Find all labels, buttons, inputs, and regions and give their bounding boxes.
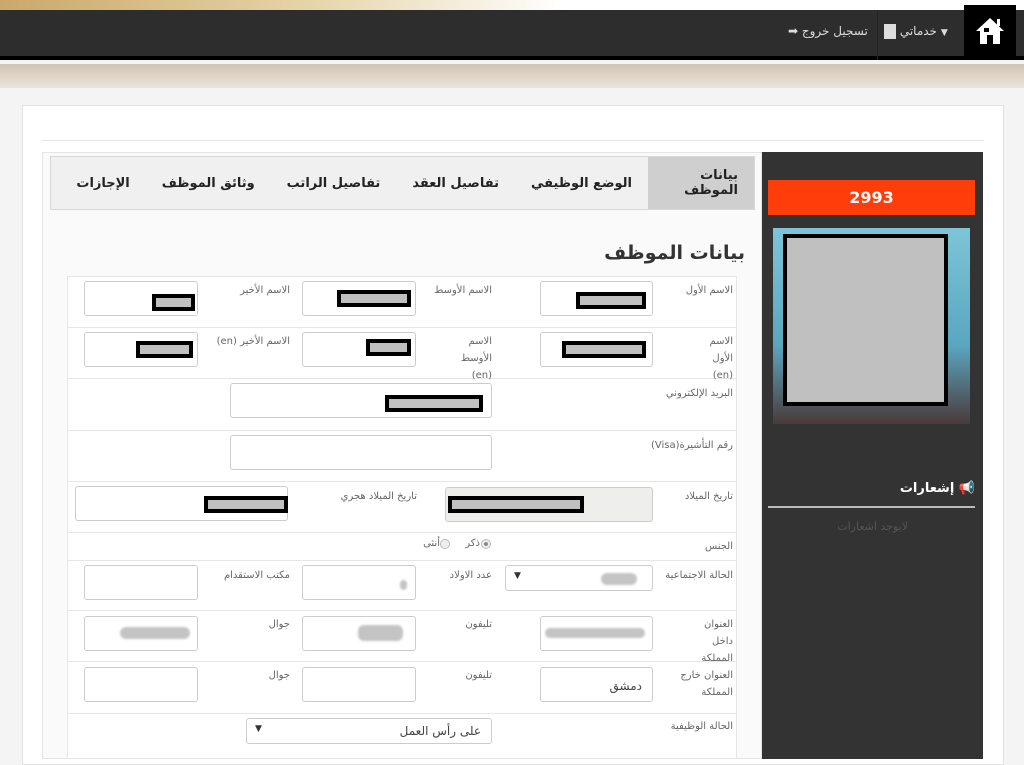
home-button[interactable] (964, 5, 1016, 57)
birth-date-input[interactable] (445, 487, 653, 522)
last-name-label: الاسم الأخير (210, 282, 290, 299)
address-out-input[interactable]: دمشق (540, 667, 653, 702)
logout-link[interactable]: تسجيل خروج ➡ (788, 24, 868, 38)
blurred-value (120, 627, 190, 639)
mobile-out-label: جوال (230, 667, 290, 684)
employee-number-badge: 2993 (768, 180, 975, 215)
redaction (448, 496, 584, 513)
redaction (576, 292, 646, 309)
phone-out-input[interactable] (302, 667, 416, 702)
recruitment-office-input[interactable] (84, 565, 198, 600)
birth-date-hijri-input[interactable] (75, 486, 288, 521)
middle-name-en-label: الاسم الأوسط (en) (440, 333, 492, 384)
children-input[interactable] (302, 565, 416, 600)
blurred-value (601, 573, 637, 585)
tab-employee-documents[interactable]: وثائق الموظف (146, 157, 271, 209)
notifications-title: إشعارات (900, 481, 954, 496)
dropdown-arrow-icon: ▼ (255, 724, 262, 734)
marital-status-select[interactable]: ▼ (505, 565, 653, 591)
gender-male-radio[interactable] (481, 539, 491, 549)
gender-female-label: أنثى (412, 535, 440, 552)
last-name-input[interactable] (84, 281, 198, 316)
redaction (152, 294, 195, 311)
phone-out-label: تليفون (440, 667, 492, 684)
birth-date-hijri-label: تاريخ الميلاد هجري (300, 488, 417, 505)
job-status-select[interactable]: ▼ على رأس العمل (246, 718, 492, 744)
address-out-label: العنوان خارج المملكة (680, 667, 733, 701)
divider (42, 140, 984, 141)
notifications-heading: 📢 إشعارات (768, 481, 975, 496)
gender-male-label: ذكر (452, 535, 480, 552)
notifications-empty: لايوجد اشعارات (768, 520, 908, 533)
gender-label: الجنس (680, 538, 733, 555)
top-navbar (0, 10, 1024, 60)
tab-employee-data[interactable]: بيانات الموظف (648, 157, 754, 209)
marital-status-label: الحالة الاجتماعية (660, 567, 733, 584)
chevron-down-icon: ▼ (941, 28, 948, 38)
email-input[interactable] (230, 383, 492, 418)
first-name-en-input[interactable] (540, 332, 653, 367)
address-in-input[interactable] (540, 616, 653, 651)
sign-out-icon: ➡ (788, 24, 798, 38)
photo-redaction (783, 234, 948, 406)
redaction (562, 341, 646, 358)
tab-salary-details[interactable]: تفاصيل الراتب (271, 157, 397, 209)
first-name-input[interactable] (540, 281, 653, 316)
redaction (136, 341, 193, 358)
header-banner (0, 0, 1024, 10)
redaction (337, 290, 411, 307)
tab-bar: بيانات الموظف الوضع الوظيفي تفاصيل العقد… (50, 156, 755, 210)
phone-input[interactable] (302, 616, 416, 651)
last-name-en-input[interactable] (84, 332, 198, 367)
redaction (204, 496, 288, 513)
header-band (0, 64, 1024, 88)
first-name-en-label: الاسم الأول (en) (690, 333, 733, 384)
address-in-label: العنوان داخل المملكة (680, 616, 733, 667)
employee-photo (773, 228, 970, 424)
dropdown-arrow-icon: ▼ (514, 571, 521, 581)
middle-name-en-input[interactable] (302, 332, 416, 367)
megaphone-icon: 📢 (959, 481, 975, 496)
blurred-value (400, 580, 407, 590)
nav-divider (877, 10, 878, 60)
file-icon (884, 24, 896, 39)
job-status-label: الحالة الوظيفية (640, 718, 733, 735)
phone-label: تليفون (440, 616, 492, 633)
tab-contract-details[interactable]: تفاصيل العقد (396, 157, 515, 209)
page-title: بيانات الموظف (500, 242, 745, 264)
mobile-label: جوال (230, 616, 290, 633)
gender-female-radio[interactable] (440, 539, 450, 549)
divider (768, 506, 975, 508)
logout-label: تسجيل خروج (802, 24, 868, 38)
last-name-en-label: الاسم الأخير (en) (200, 333, 290, 350)
services-menu[interactable]: ▼ خدماتي (884, 24, 948, 39)
birth-date-label: تاريخ الميلاد (660, 488, 733, 505)
mobile-out-input[interactable] (84, 667, 198, 702)
services-label: خدماتي (900, 24, 937, 38)
redaction (366, 339, 411, 356)
job-status-value: على رأس العمل (400, 724, 481, 738)
tab-leaves[interactable]: الإجازات (60, 157, 145, 209)
tab-job-status[interactable]: الوضع الوظيفي (515, 157, 648, 209)
mobile-input[interactable] (84, 616, 198, 651)
middle-name-input[interactable] (302, 281, 416, 316)
blurred-value (545, 628, 645, 638)
home-icon (974, 16, 1006, 46)
recruitment-office-label: مكتب الاستقدام (200, 567, 290, 584)
email-label: البريد الإلكتروني (620, 385, 733, 402)
visa-input[interactable] (230, 435, 492, 470)
first-name-label: الاسم الأول (660, 282, 733, 299)
redaction (385, 395, 483, 412)
children-label: عدد الاولاد (420, 567, 492, 584)
middle-name-label: الاسم الأوسط (420, 282, 492, 299)
blurred-value (358, 625, 403, 641)
visa-label: رقم التأشيرة(Visa) (620, 437, 733, 454)
